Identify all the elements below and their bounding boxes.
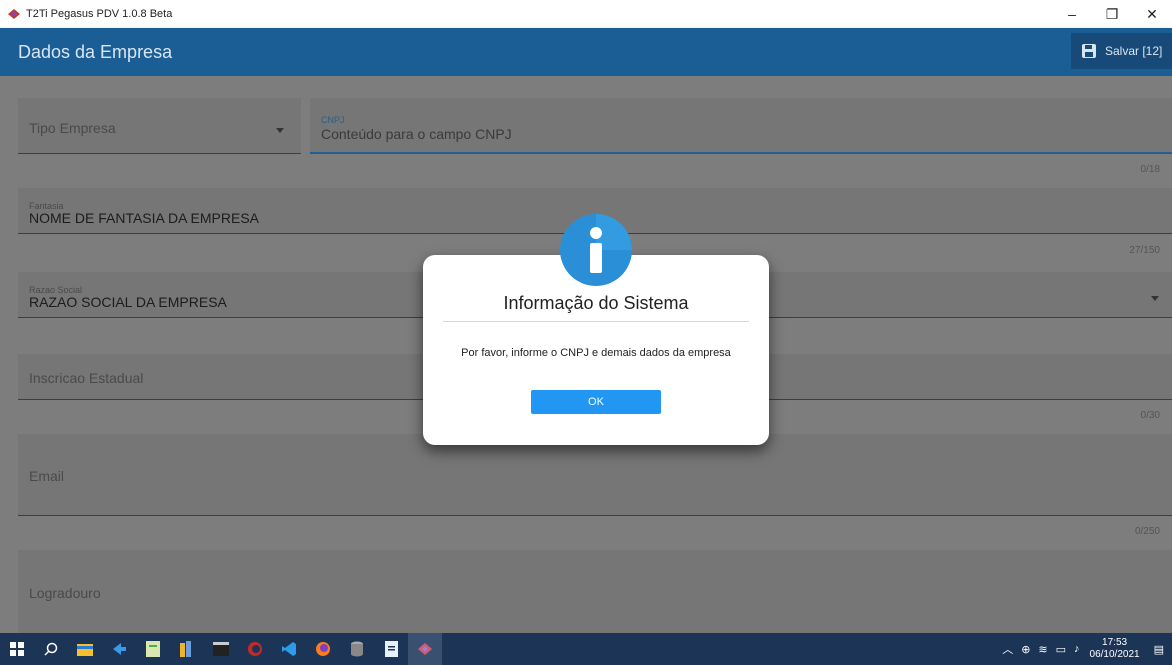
chevron-down-icon [1151, 296, 1159, 301]
taskbar-app-red[interactable] [238, 633, 272, 665]
taskbar: ︿ ⊕ ≋ ▭ ♪ 17:53 06/10/2021 ▤ [0, 633, 1172, 665]
fantasia-value: NOME DE FANTASIA DA EMPRESA [29, 210, 260, 226]
razao-social-value: RAZAO SOCIAL DA EMPRESA [29, 294, 227, 310]
app-bar: Dados da Empresa Salvar [12] [0, 28, 1172, 76]
start-button[interactable] [0, 633, 34, 665]
search-button[interactable] [34, 633, 68, 665]
info-icon [558, 212, 634, 288]
wifi-icon[interactable]: ≋ [1038, 643, 1047, 656]
windows-icon [10, 642, 24, 656]
email-label: Email [29, 468, 65, 484]
save-icon [1082, 44, 1096, 58]
minimize-button[interactable]: – [1052, 0, 1092, 28]
taskbar-app-document[interactable] [374, 633, 408, 665]
email-counter: 0/250 [1134, 526, 1160, 537]
save-button[interactable]: Salvar [12] [1071, 33, 1172, 69]
taskbar-app-database[interactable] [340, 633, 374, 665]
dialog-message: Por favor, informe o CNPJ e demais dados… [461, 347, 731, 359]
tipo-empresa-dropdown[interactable]: Tipo Empresa [18, 98, 301, 154]
books-icon [180, 641, 191, 657]
volume-icon[interactable]: ♪ [1074, 643, 1080, 655]
dialog-divider [443, 321, 749, 322]
tipo-empresa-label: Tipo Empresa [29, 120, 116, 136]
taskbar-app-pegasus[interactable] [408, 633, 442, 665]
firefox-icon [316, 642, 330, 656]
pegasus-icon [418, 643, 432, 655]
vscode-icon [282, 642, 296, 656]
fantasia-counter: 27/150 [1129, 245, 1160, 256]
cnpj-counter: 0/18 [1140, 164, 1160, 175]
dialog-title: Informação do Sistema [503, 293, 689, 313]
inscricao-estadual-label: Inscricao Estadual [29, 370, 144, 386]
taskbar-app-vscode[interactable] [272, 633, 306, 665]
cnpj-label: CNPJ [321, 115, 345, 125]
save-button-label: Salvar [12] [1105, 44, 1163, 58]
ok-button[interactable]: OK [531, 390, 661, 414]
terminal-icon [213, 642, 229, 656]
clock[interactable]: 17:53 06/10/2021 [1090, 637, 1140, 661]
database-icon [351, 641, 363, 657]
page-title: Dados da Empresa [18, 42, 173, 62]
folder-icon [77, 644, 93, 656]
clock-time: 17:53 [1102, 637, 1128, 648]
logradouro-field[interactable]: Logradouro [18, 550, 1172, 633]
logradouro-label: Logradouro [29, 585, 101, 601]
taskbar-app-books[interactable] [170, 633, 204, 665]
circle-app-icon [248, 642, 262, 656]
taskbar-app-firefox[interactable] [306, 633, 340, 665]
taskbar-app-explorer[interactable] [68, 633, 102, 665]
arrow-app-icon [113, 643, 126, 655]
close-button[interactable]: ✕ [1132, 0, 1172, 28]
cnpj-placeholder: Conteúdo para o campo CNPJ [321, 126, 512, 142]
window-controls: – ❐ ✕ [1052, 0, 1172, 28]
document-icon [384, 641, 398, 657]
taskbar-app-notepad[interactable] [136, 633, 170, 665]
taskbar-app-terminal[interactable] [204, 633, 238, 665]
network-icon[interactable]: ⊕ [1021, 643, 1030, 656]
system-tray: ︿ ⊕ ≋ ▭ ♪ 17:53 06/10/2021 ▤ [998, 633, 1172, 665]
chevron-up-icon[interactable]: ︿ [1002, 641, 1013, 657]
clock-date: 06/10/2021 [1089, 649, 1140, 660]
notifications-icon[interactable]: ▤ [1154, 643, 1164, 656]
taskbar-app-arrow[interactable] [102, 633, 136, 665]
window-titlebar: T2Ti Pegasus PDV 1.0.8 Beta – ❐ ✕ [0, 0, 1172, 28]
inscricao-estadual-counter: 0/30 [1140, 410, 1160, 421]
editor-icon [146, 641, 160, 657]
email-field[interactable]: Email [18, 434, 1172, 516]
battery-icon[interactable]: ▭ [1056, 643, 1066, 656]
app-logo-icon [6, 6, 22, 22]
search-icon [44, 642, 58, 656]
restore-button[interactable]: ❐ [1092, 0, 1132, 28]
chevron-down-icon [276, 128, 284, 133]
window-title: T2Ti Pegasus PDV 1.0.8 Beta [26, 8, 173, 20]
cnpj-field[interactable]: CNPJ Conteúdo para o campo CNPJ [310, 98, 1172, 154]
